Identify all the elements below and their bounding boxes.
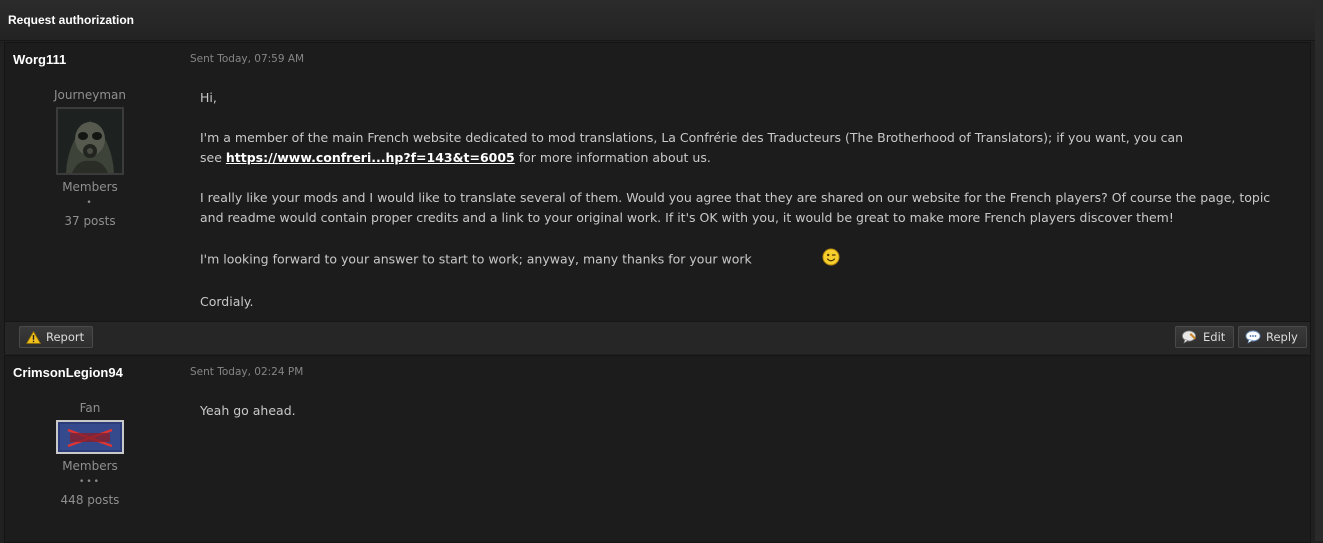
author-name[interactable]: CrimsonLegion94 xyxy=(13,365,123,380)
message-paragraph: I really like your mods and I would like… xyxy=(200,190,1271,225)
warning-triangle-icon xyxy=(26,330,41,344)
message-text: for more information about us. xyxy=(514,150,711,165)
message-paragraph: Hi, xyxy=(200,90,217,105)
sent-timestamp: Sent Today, 07:59 AM xyxy=(190,53,305,65)
message-paragraph: Yeah go ahead. xyxy=(200,403,296,418)
report-button[interactable]: Report xyxy=(19,326,94,348)
reply-label: Reply xyxy=(1266,330,1298,344)
author-name[interactable]: Worg111 xyxy=(13,52,66,67)
topic-header-bar: Request authorization xyxy=(0,0,1315,41)
scrollbar[interactable] xyxy=(1315,0,1323,541)
message-body: Hi, I'm a member of the main French webs… xyxy=(200,88,1290,332)
sent-timestamp: Sent Today, 02:24 PM xyxy=(190,366,304,378)
post-count: 448 posts xyxy=(60,493,120,507)
message-paragraph: I'm looking forward to your answer to st… xyxy=(200,248,1290,272)
member-group: Members xyxy=(62,180,118,194)
message-text: I'm a member of the main French website … xyxy=(200,130,1184,145)
message-paragraph: I'm a member of the main French website … xyxy=(200,128,1290,168)
reply-button[interactable]: Reply xyxy=(1238,326,1307,348)
message-post: Worg111 Sent Today, 07:59 AM Journeyman … xyxy=(4,42,1311,354)
message-link[interactable]: https://www.confreri...hp?f=143&t=6005 xyxy=(226,150,515,165)
wink-smiley-icon xyxy=(822,248,840,272)
edit-button[interactable]: Edit xyxy=(1175,326,1235,348)
message-post: CrimsonLegion94 Sent Today, 02:24 PM Fan… xyxy=(4,355,1311,543)
message-actions-bar: Report Edit Reply xyxy=(5,321,1310,354)
author-profile: Journeyman Members • 37 posts xyxy=(10,88,170,228)
speech-bubble-pencil-icon xyxy=(1182,330,1198,344)
post-count: 37 posts xyxy=(64,214,116,228)
avatar[interactable] xyxy=(56,107,124,175)
member-rank: Journeyman xyxy=(54,88,126,102)
author-profile: Fan Members ••• 448 posts xyxy=(10,401,170,507)
rank-pips: • xyxy=(86,198,94,208)
message-body: Yeah go ahead. xyxy=(200,401,1290,441)
message-paragraph: Cordialy. xyxy=(200,294,254,309)
speech-bubble-icon xyxy=(1245,330,1261,344)
rank-pips: ••• xyxy=(79,477,101,487)
message-text: I'm looking forward to your answer to st… xyxy=(200,251,752,267)
edit-label: Edit xyxy=(1203,330,1226,344)
report-label: Report xyxy=(46,330,85,344)
topic-title: Request authorization xyxy=(8,13,135,27)
member-group: Members xyxy=(62,459,118,473)
member-rank: Fan xyxy=(79,401,101,415)
message-text: see xyxy=(200,150,226,165)
avatar[interactable] xyxy=(56,420,124,454)
